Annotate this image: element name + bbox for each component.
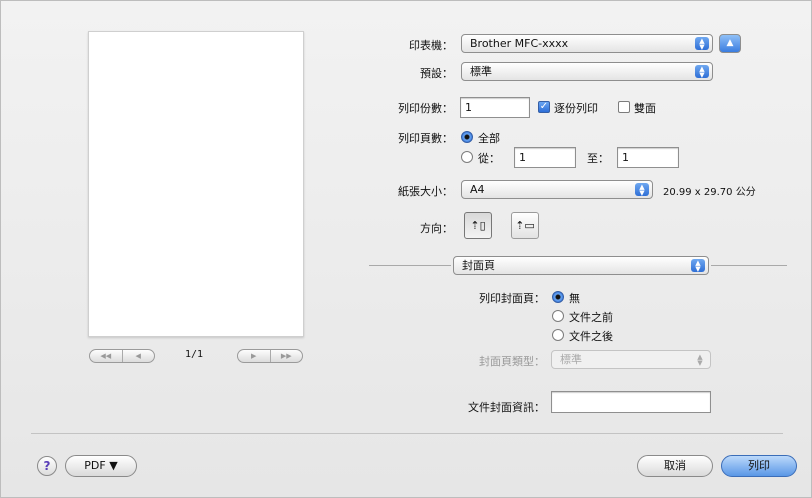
- landscape-icon: ⇡▭: [515, 219, 535, 232]
- cover-before-radio[interactable]: [552, 310, 564, 322]
- next-page-button[interactable]: ▶: [238, 350, 270, 362]
- two-sided-label: 雙面: [634, 102, 656, 115]
- help-button[interactable]: ?: [37, 456, 57, 476]
- last-page-button[interactable]: ▶▶: [269, 350, 303, 362]
- popup-arrows-icon: ▲ ▼: [697, 353, 703, 367]
- pages-label: 列印頁數：: [398, 132, 453, 145]
- presets-select[interactable]: 標準 ▲ ▼: [461, 62, 713, 81]
- paper-size-select[interactable]: A4 ▲ ▼: [461, 180, 653, 199]
- section-divider-left: [369, 265, 451, 266]
- cancel-button[interactable]: 取消: [637, 455, 713, 477]
- printer-select[interactable]: Brother MFC-xxxx ▲ ▼: [461, 34, 713, 53]
- popup-arrows-icon: ▲ ▼: [695, 65, 709, 79]
- paper-dimensions: 20.99 x 29.70 公分: [663, 187, 756, 198]
- collated-checkbox[interactable]: ✓: [538, 101, 550, 113]
- section-value: 封面頁: [462, 259, 495, 272]
- preview-nav-forward-group: ▶ ▶▶: [237, 349, 303, 363]
- cover-none-radio[interactable]: [552, 291, 564, 303]
- cover-type-select[interactable]: 標準 ▲ ▼: [551, 350, 711, 369]
- popup-arrows-icon: ▲ ▼: [635, 183, 649, 197]
- page-counter: 1/1: [185, 349, 204, 360]
- cover-type-label: 封面頁類型：: [479, 355, 545, 368]
- cover-after-radio[interactable]: [552, 329, 564, 341]
- presets-label: 預設：: [420, 67, 453, 80]
- cover-info-label: 文件封面資訊：: [468, 401, 545, 414]
- pages-from-label: 從：: [478, 152, 500, 165]
- collapse-details-button[interactable]: ▲: [719, 34, 741, 53]
- print-cover-page-label: 列印封面頁：: [479, 292, 545, 305]
- orientation-label: 方向：: [420, 222, 453, 235]
- section-divider-right: [711, 265, 787, 266]
- popup-arrows-icon: ▲ ▼: [695, 37, 709, 51]
- copies-input[interactable]: 1: [460, 97, 530, 118]
- page-preview: [88, 31, 304, 337]
- presets-value: 標準: [470, 65, 492, 78]
- cover-info-input[interactable]: [551, 391, 711, 413]
- popup-arrows-icon: ▲ ▼: [691, 259, 705, 273]
- disclosure-up-icon: ▲: [726, 38, 734, 48]
- landscape-button[interactable]: ⇡▭: [511, 212, 539, 239]
- cover-before-label: 文件之前: [569, 311, 613, 324]
- print-button[interactable]: 列印: [721, 455, 797, 477]
- portrait-button[interactable]: ⇡▯: [464, 212, 492, 239]
- footer-divider: [31, 433, 783, 434]
- section-select[interactable]: 封面頁 ▲ ▼: [453, 256, 709, 275]
- pages-to-label: 至：: [587, 152, 609, 165]
- portrait-icon: ⇡▯: [470, 219, 486, 232]
- paper-size-value: A4: [470, 183, 485, 196]
- pages-to-input[interactable]: 1: [617, 147, 679, 168]
- previous-page-button[interactable]: ◀: [121, 350, 155, 362]
- pages-from-input[interactable]: 1: [514, 147, 576, 168]
- cover-none-label: 無: [569, 292, 580, 305]
- pages-all-radio[interactable]: [461, 131, 473, 143]
- printer-label: 印表機：: [409, 39, 453, 52]
- copies-label: 列印份數：: [398, 102, 453, 115]
- preview-nav-back-group: ◀◀ ◀: [89, 349, 155, 363]
- print-dialog: ◀◀ ◀ 1/1 ▶ ▶▶ 印表機： Brother MFC-xxxx ▲ ▼ ▲…: [0, 0, 812, 498]
- pdf-menu-button[interactable]: PDF ▼: [65, 455, 137, 477]
- collated-label: 逐份列印: [554, 102, 598, 115]
- pages-range-radio[interactable]: [461, 151, 473, 163]
- pages-all-label: 全部: [478, 132, 500, 145]
- first-page-button[interactable]: ◀◀: [90, 350, 122, 362]
- cover-type-value: 標準: [560, 353, 582, 366]
- cover-after-label: 文件之後: [569, 330, 613, 343]
- help-icon: ?: [43, 459, 51, 473]
- printer-value: Brother MFC-xxxx: [470, 37, 569, 50]
- two-sided-checkbox[interactable]: [618, 101, 630, 113]
- paper-size-label: 紙張大小：: [398, 185, 453, 198]
